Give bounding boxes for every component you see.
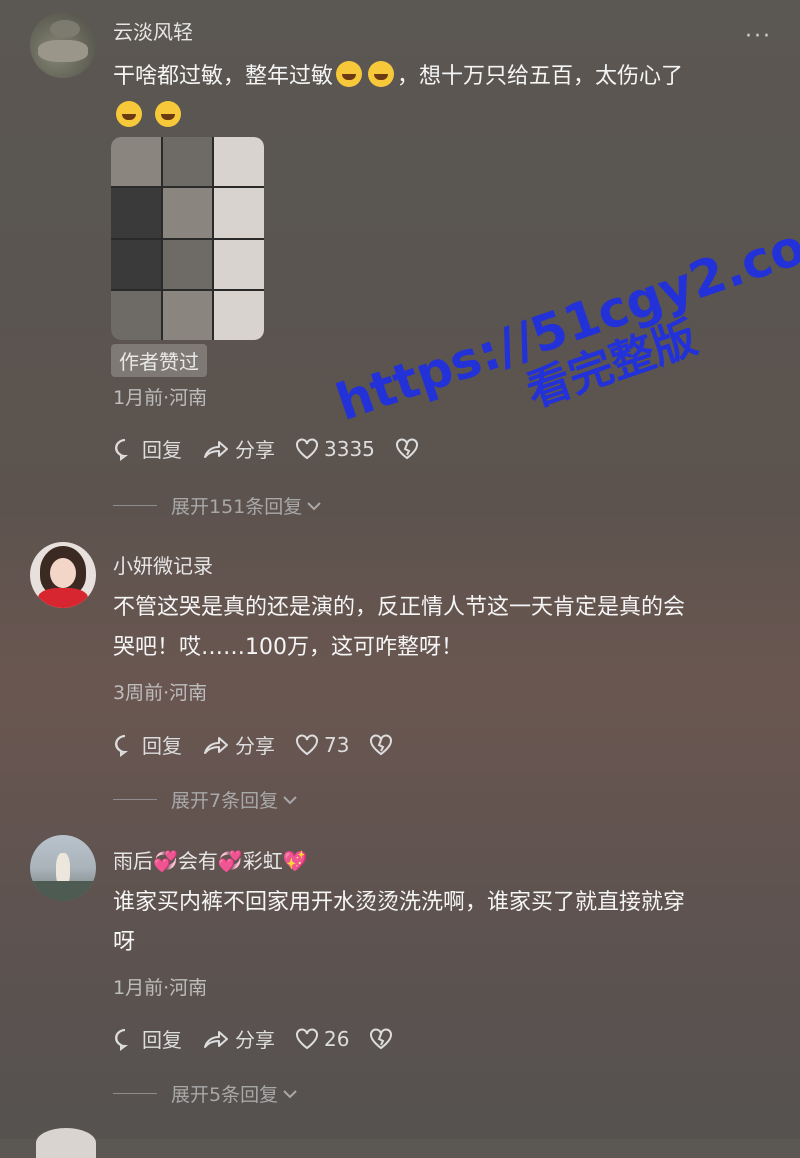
comment-actions: 回复 分享 3335: [113, 434, 444, 463]
like-count: 3335: [324, 436, 375, 461]
share-icon: [204, 1030, 228, 1048]
comment-image-collage[interactable]: [111, 137, 264, 340]
expand-replies[interactable]: 展开151条回复: [113, 492, 323, 519]
share-button[interactable]: 分享: [202, 434, 275, 463]
comment-actions: 回复 分享 73: [113, 730, 418, 759]
like-button[interactable]: 73: [295, 733, 349, 757]
comment-text-part: 谁家买内裤不回家用开水烫烫洗洗啊，谁家买了就直接就穿: [113, 890, 686, 915]
chevron-down-icon: [307, 501, 321, 510]
author-liked-badge: 作者赞过: [111, 344, 207, 377]
comment-text-part: 呀: [113, 930, 136, 955]
chevron-down-icon: [283, 795, 297, 804]
expand-replies[interactable]: 展开7条回复: [113, 786, 299, 813]
comment-meta: 1月前·河南: [113, 977, 208, 999]
share-button[interactable]: 分享: [202, 730, 275, 759]
comment-text: 谁家买内裤不回家用开水烫烫洗洗啊，谁家买了就直接就穿 呀: [113, 883, 773, 963]
expand-label: 展开151条回复: [171, 496, 303, 518]
broken-heart-icon: [395, 437, 418, 459]
divider: [113, 505, 157, 506]
more-options-icon[interactable]: ···: [745, 24, 772, 49]
reply-label: 回复: [142, 734, 182, 758]
avatar[interactable]: [30, 835, 96, 901]
expand-label: 展开5条回复: [171, 1084, 279, 1106]
heart-icon: [296, 733, 318, 755]
avatar[interactable]: [30, 12, 96, 78]
reply-icon: [115, 438, 128, 461]
comment-text-part: 不管这哭是真的还是演的，反正情人节这一天肯定是真的会: [113, 595, 686, 620]
username[interactable]: 云淡风轻: [113, 16, 193, 45]
dislike-button[interactable]: [395, 437, 424, 460]
like-button[interactable]: 3335: [295, 437, 375, 461]
grin-emoji-icon: [116, 101, 142, 127]
laughing-tears-emoji-icon: [368, 61, 395, 87]
like-button[interactable]: 26: [295, 1027, 349, 1051]
reply-button[interactable]: 回复: [113, 730, 182, 759]
share-label: 分享: [235, 734, 275, 758]
comment-meta: 3周前·河南: [113, 682, 208, 704]
username[interactable]: 小妍微记录: [113, 550, 213, 579]
expand-label: 展开7条回复: [171, 790, 279, 812]
avatar[interactable]: [36, 1128, 96, 1158]
comment-actions: 回复 分享 26: [113, 1024, 418, 1053]
dislike-button[interactable]: [369, 1027, 398, 1050]
broken-heart-icon: [370, 733, 393, 755]
comment-text-part: 哭吧！哎……100万，这可咋整呀！: [113, 635, 463, 660]
comment-text: 干啥都过敏，整年过敏 ，想十万只给五百，太伤心了: [113, 57, 773, 137]
share-icon: [204, 440, 228, 458]
reply-icon: [115, 734, 128, 757]
chevron-down-icon: [283, 1089, 297, 1098]
reply-label: 回复: [142, 1028, 182, 1052]
comment-meta: 1月前·河南: [113, 387, 208, 409]
divider: [113, 1093, 157, 1094]
reply-label: 回复: [142, 438, 182, 462]
share-label: 分享: [235, 438, 275, 462]
comment-text-part: 干啥都过敏，整年过敏: [113, 64, 334, 89]
comment-text-part: ，想十万只给五百，太伤心了: [397, 64, 684, 89]
like-count: 73: [324, 732, 350, 757]
reply-button[interactable]: 回复: [113, 1024, 182, 1053]
watermark-url: https://51cgy2.com: [329, 200, 800, 433]
username[interactable]: 雨后💞会有💞彩虹💖: [113, 845, 308, 874]
comment-text: 不管这哭是真的还是演的，反正情人节这一天肯定是真的会 哭吧！哎……100万，这可…: [113, 588, 773, 668]
dislike-button[interactable]: [369, 733, 398, 756]
heart-icon: [296, 437, 318, 459]
divider: [113, 799, 157, 800]
reply-button[interactable]: 回复: [113, 434, 182, 463]
reply-icon: [115, 1028, 128, 1051]
broken-heart-icon: [370, 1027, 393, 1049]
avatar[interactable]: [30, 542, 96, 608]
share-icon: [204, 736, 228, 754]
share-label: 分享: [235, 1028, 275, 1052]
grin-emoji-icon: [155, 101, 181, 127]
expand-replies[interactable]: 展开5条回复: [113, 1080, 299, 1107]
share-button[interactable]: 分享: [202, 1024, 275, 1053]
like-count: 26: [324, 1026, 350, 1051]
heart-icon: [296, 1027, 318, 1049]
laughing-tears-emoji-icon: [336, 61, 363, 87]
